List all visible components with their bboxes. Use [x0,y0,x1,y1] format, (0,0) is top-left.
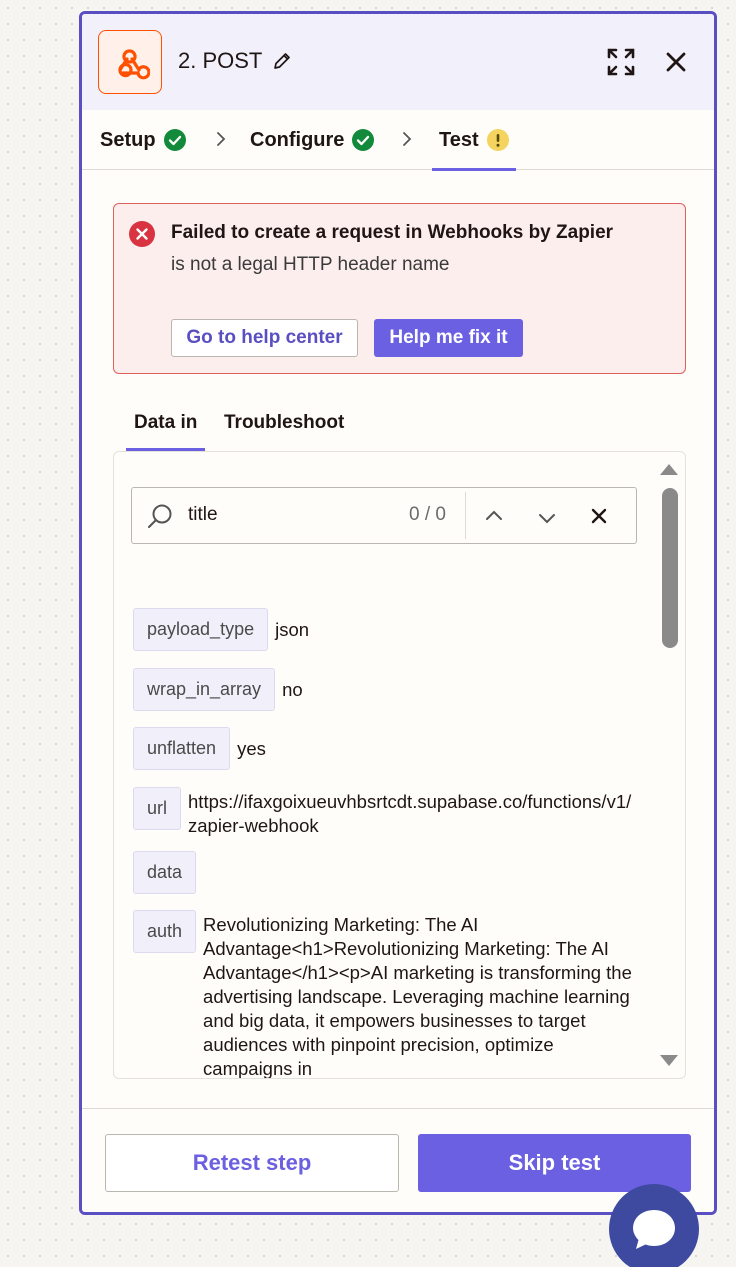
search-match-count: 0 / 0 [409,504,446,525]
step-title-text: 2. POST [178,48,263,73]
field-row: auth Revolutionizing Marketing: The AI A… [133,910,633,1079]
webhook-app-icon [98,30,162,94]
field-value: no [282,679,303,700]
field-key[interactable]: unflatten [133,727,231,770]
chevron-up-icon[interactable] [483,505,505,527]
field-key[interactable]: url [133,787,182,830]
tab-configure-label: Configure [250,128,345,151]
panel-header: 2. POST [82,14,714,110]
chevron-right-icon [217,132,226,146]
chat-bubble-icon [633,1210,675,1249]
field-key[interactable]: auth [133,910,197,953]
expand-icon [607,48,635,76]
scroll-up-icon[interactable] [659,462,679,476]
field-key[interactable]: wrap_in_array [133,668,276,711]
chevron-down-icon[interactable] [536,507,558,529]
step-panel: 2. POST Setup Configure Test Failed to c… [79,11,717,1215]
tab-data-in[interactable]: Data in [125,412,206,451]
alert-title: Failed to create a request in Webhooks b… [171,222,614,243]
clear-search-icon[interactable] [590,507,608,525]
tab-test[interactable]: Test [432,110,516,171]
pencil-icon[interactable] [272,51,292,71]
chat-button[interactable] [609,1184,699,1267]
error-icon [129,221,155,247]
step-tabs: Setup Configure Test [82,110,714,171]
tab-troubleshoot[interactable]: Troubleshoot [224,412,344,434]
help-me-fix-button[interactable]: Help me fix it [374,319,523,357]
field-value: yes [237,738,266,759]
check-circle-icon [352,129,375,151]
data-in-panel: title 0 / 0 payload_type json wrap_in_ar… [113,451,686,1079]
field-value: Revolutionizing Marketing: The AI Advant… [203,914,632,1079]
step-title: 2. POST [178,48,292,74]
field-row: url https://ifaxgoixueuvhbsrtcdt.supabas… [133,787,633,838]
scrollbar-thumb[interactable] [662,488,678,648]
chevron-right-icon [403,132,412,146]
check-circle-icon [163,129,186,151]
retest-step-button[interactable]: Retest step [105,1134,399,1192]
field-row: data [133,851,203,894]
field-key[interactable]: payload_type [133,608,269,651]
alert-message: is not a legal HTTP header name [171,254,450,275]
webhook-icon [118,49,150,80]
field-row: unflatten yes [133,727,266,770]
field-row: wrap_in_array no [133,668,303,711]
search-icon [148,504,172,528]
field-value: json [275,619,310,640]
close-panel-button[interactable] [659,45,693,79]
tab-setup-label: Setup [100,128,156,151]
scroll-down-icon[interactable] [659,1054,679,1068]
field-value: https://ifaxgoixueuvhbsrtcdt.supabase.co… [188,791,632,836]
field-row: payload_type json [133,608,309,651]
tab-configure[interactable]: Configure [250,110,375,170]
tab-test-label: Test [439,128,479,151]
close-icon [666,52,686,72]
search-input[interactable]: title [188,504,218,526]
error-alert: Failed to create a request in Webhooks b… [113,203,686,374]
search-divider [465,492,466,539]
tab-setup[interactable]: Setup [100,110,186,170]
help-center-button[interactable]: Go to help center [171,319,358,357]
field-key[interactable]: data [133,851,197,894]
scrollbar[interactable] [659,462,679,1070]
search-bar[interactable]: title 0 / 0 [131,487,637,544]
expand-button[interactable] [604,45,638,79]
warning-circle-icon [486,129,509,151]
